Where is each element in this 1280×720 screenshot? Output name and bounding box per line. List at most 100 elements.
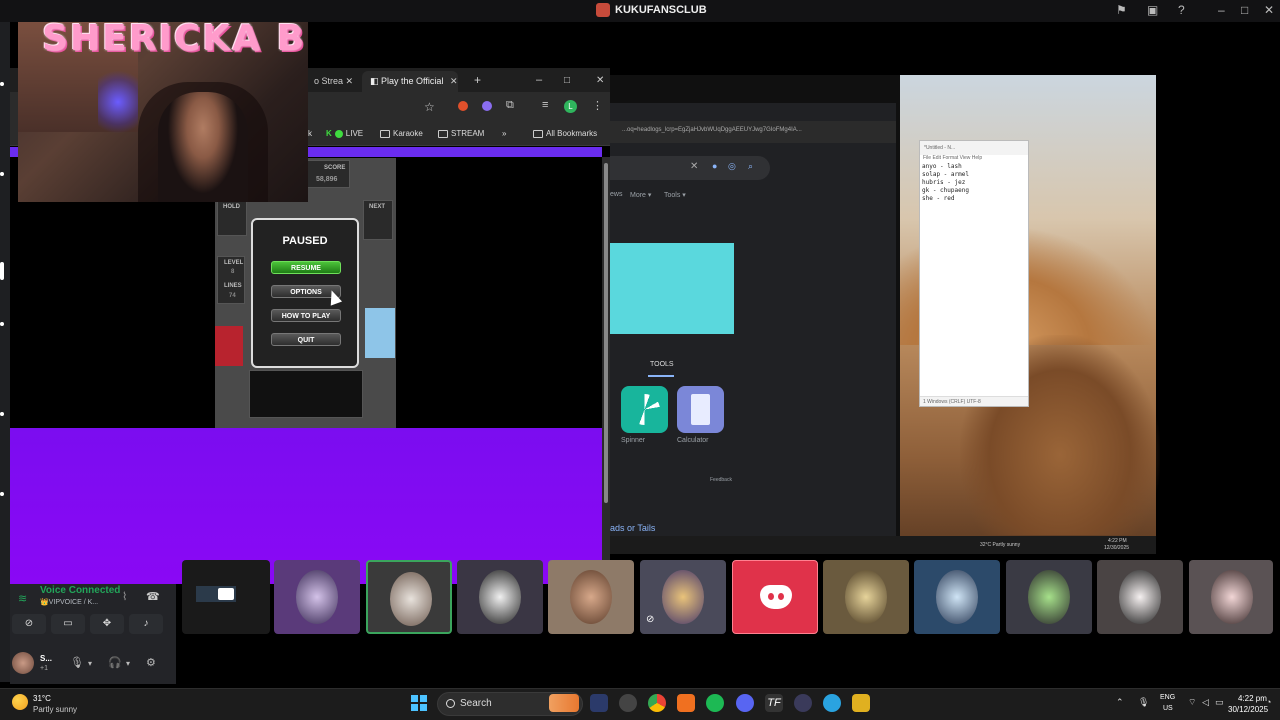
folder-icon bbox=[380, 129, 390, 138]
participant-tile-discord[interactable] bbox=[732, 560, 818, 634]
voice-channel-name[interactable]: 👑VIPVOICE / K... bbox=[40, 598, 98, 606]
clock-date[interactable]: 30/12/2025 bbox=[1228, 705, 1268, 714]
participant-tile[interactable] bbox=[457, 560, 543, 634]
app-icon[interactable] bbox=[794, 694, 812, 712]
how-to-play-button[interactable]: HOW TO PLAY bbox=[271, 309, 341, 322]
participant-tile[interactable] bbox=[1189, 560, 1273, 634]
scrollbar[interactable] bbox=[602, 157, 610, 584]
extensions-puzzle-icon[interactable]: ⧉ bbox=[506, 99, 514, 112]
bookmarks-overflow[interactable]: » bbox=[502, 129, 506, 138]
server-indicator[interactable] bbox=[0, 412, 4, 416]
minimize-icon[interactable]: – bbox=[1218, 3, 1225, 17]
extension-icon[interactable] bbox=[482, 101, 492, 111]
weather-sun-icon[interactable] bbox=[12, 694, 28, 710]
tab-label: Play the Official bbox=[381, 76, 444, 86]
activities-button[interactable]: ✥ bbox=[90, 614, 124, 634]
minimize-icon[interactable]: – bbox=[528, 71, 550, 92]
playfield-bottom bbox=[249, 370, 363, 418]
participant-tile[interactable]: ⊘ bbox=[640, 560, 726, 634]
participant-tile[interactable] bbox=[548, 560, 634, 634]
app-icon[interactable] bbox=[590, 694, 608, 712]
participant-tile[interactable] bbox=[1006, 560, 1092, 634]
wifi-icon[interactable]: ⌔ bbox=[1188, 697, 1196, 708]
screen-share-button[interactable]: ▭ bbox=[51, 614, 85, 634]
participant-tile[interactable] bbox=[914, 560, 1000, 634]
extension-icon[interactable] bbox=[458, 101, 468, 111]
close-icon[interactable]: ✕ bbox=[1264, 3, 1274, 17]
weather-description[interactable]: Partly sunny bbox=[33, 705, 77, 714]
video-off-button[interactable]: ⊘ bbox=[12, 614, 46, 634]
server-indicator[interactable] bbox=[0, 322, 4, 326]
folder-icon bbox=[533, 129, 543, 138]
server-indicator[interactable] bbox=[0, 492, 4, 496]
participant-tile[interactable] bbox=[274, 560, 360, 634]
menu-kebab-icon[interactable]: ⋮ bbox=[592, 99, 603, 112]
server-indicator[interactable] bbox=[0, 172, 4, 176]
headphones-icon[interactable]: 🎧 bbox=[108, 656, 122, 669]
app-icon[interactable] bbox=[677, 694, 695, 712]
all-bookmarks[interactable]: All Bookmarks bbox=[533, 129, 597, 138]
voice-connected-status[interactable]: Voice Connected bbox=[40, 585, 120, 596]
microphone-icon[interactable]: 🎙 bbox=[1138, 697, 1149, 708]
profile-avatar[interactable]: L bbox=[564, 100, 577, 113]
app-icon[interactable] bbox=[619, 694, 637, 712]
volume-icon[interactable]: ◁ bbox=[1202, 697, 1209, 708]
browser-tab[interactable]: o Strea ✕ bbox=[306, 71, 361, 92]
app-icon[interactable] bbox=[852, 694, 870, 712]
discord-icon[interactable] bbox=[736, 694, 754, 712]
keyboard-layout[interactable]: US bbox=[1163, 705, 1173, 712]
bookmark-live[interactable]: K LIVE bbox=[326, 129, 363, 138]
quit-button[interactable]: QUIT bbox=[271, 333, 341, 346]
scrollbar-thumb[interactable] bbox=[604, 163, 608, 503]
window-title-text: KUKUFANSCLUB bbox=[615, 4, 707, 16]
screen-icon[interactable]: ▣ bbox=[1147, 3, 1158, 17]
maximize-icon[interactable]: □ bbox=[556, 71, 578, 92]
media-controls-icon[interactable]: ≡ bbox=[542, 99, 548, 111]
battery-icon[interactable]: ▭ bbox=[1215, 697, 1224, 708]
clock-time[interactable]: 4:22 pm bbox=[1238, 694, 1267, 703]
search-highlight-icon[interactable] bbox=[549, 694, 579, 712]
hold-label: HOLD bbox=[223, 204, 240, 210]
chevron-down-icon[interactable]: ▾ bbox=[126, 659, 130, 668]
spotify-icon[interactable] bbox=[706, 694, 724, 712]
bookmark-karaoke[interactable]: Karaoke bbox=[380, 129, 423, 138]
server-indicator-active[interactable] bbox=[0, 262, 4, 280]
tf-app-icon[interactable]: TF bbox=[765, 694, 783, 712]
language-indicator[interactable]: ENG bbox=[1160, 694, 1175, 701]
new-tab-icon[interactable]: + bbox=[466, 71, 489, 92]
maximize-icon[interactable]: □ bbox=[1241, 3, 1248, 17]
server-indicator[interactable] bbox=[0, 82, 4, 86]
participant-tile-speaking[interactable] bbox=[366, 560, 452, 634]
next-box: NEXT bbox=[363, 200, 393, 240]
avatar[interactable] bbox=[12, 652, 34, 674]
participant-tile[interactable] bbox=[1097, 560, 1183, 634]
avatar bbox=[296, 570, 338, 624]
close-tab-icon[interactable]: ✕ bbox=[442, 71, 466, 92]
close-icon[interactable]: ✕ bbox=[588, 71, 612, 92]
microphone-icon[interactable]: 🎙 bbox=[70, 656, 84, 669]
weather-temperature[interactable]: 31°C bbox=[33, 694, 51, 703]
notification-bell-icon[interactable]: ◔ bbox=[1266, 697, 1271, 707]
help-icon[interactable]: ? bbox=[1178, 3, 1185, 17]
avatar bbox=[845, 570, 887, 624]
soundboard-button[interactable]: ♪ bbox=[129, 614, 163, 634]
participant-tile[interactable] bbox=[823, 560, 909, 634]
resume-button[interactable]: RESUME bbox=[271, 261, 341, 274]
windows-taskbar bbox=[0, 688, 1280, 720]
start-button[interactable] bbox=[411, 695, 427, 711]
bookmark-star-icon[interactable]: ☆ bbox=[424, 100, 435, 114]
noise-suppression-icon[interactable]: ⌇ bbox=[122, 590, 127, 603]
tray-chevron-icon[interactable]: ⌃ bbox=[1116, 697, 1124, 708]
telegram-icon[interactable] bbox=[823, 694, 841, 712]
signal-icon[interactable]: ≋ bbox=[18, 592, 27, 605]
bookmark-stream[interactable]: STREAM bbox=[438, 129, 484, 138]
chevron-down-icon[interactable]: ▾ bbox=[88, 659, 92, 668]
inbox-flag-icon[interactable]: ⚑ bbox=[1116, 3, 1127, 17]
participant-tile-stream[interactable] bbox=[182, 560, 270, 634]
avatar bbox=[570, 570, 612, 624]
webcam-neon-light bbox=[98, 62, 138, 142]
settings-gear-icon[interactable]: ⚙ bbox=[146, 656, 156, 669]
chrome-icon[interactable] bbox=[648, 694, 666, 712]
disconnect-icon[interactable]: ☎ bbox=[146, 590, 160, 603]
bookmark-item[interactable]: k bbox=[308, 129, 312, 138]
